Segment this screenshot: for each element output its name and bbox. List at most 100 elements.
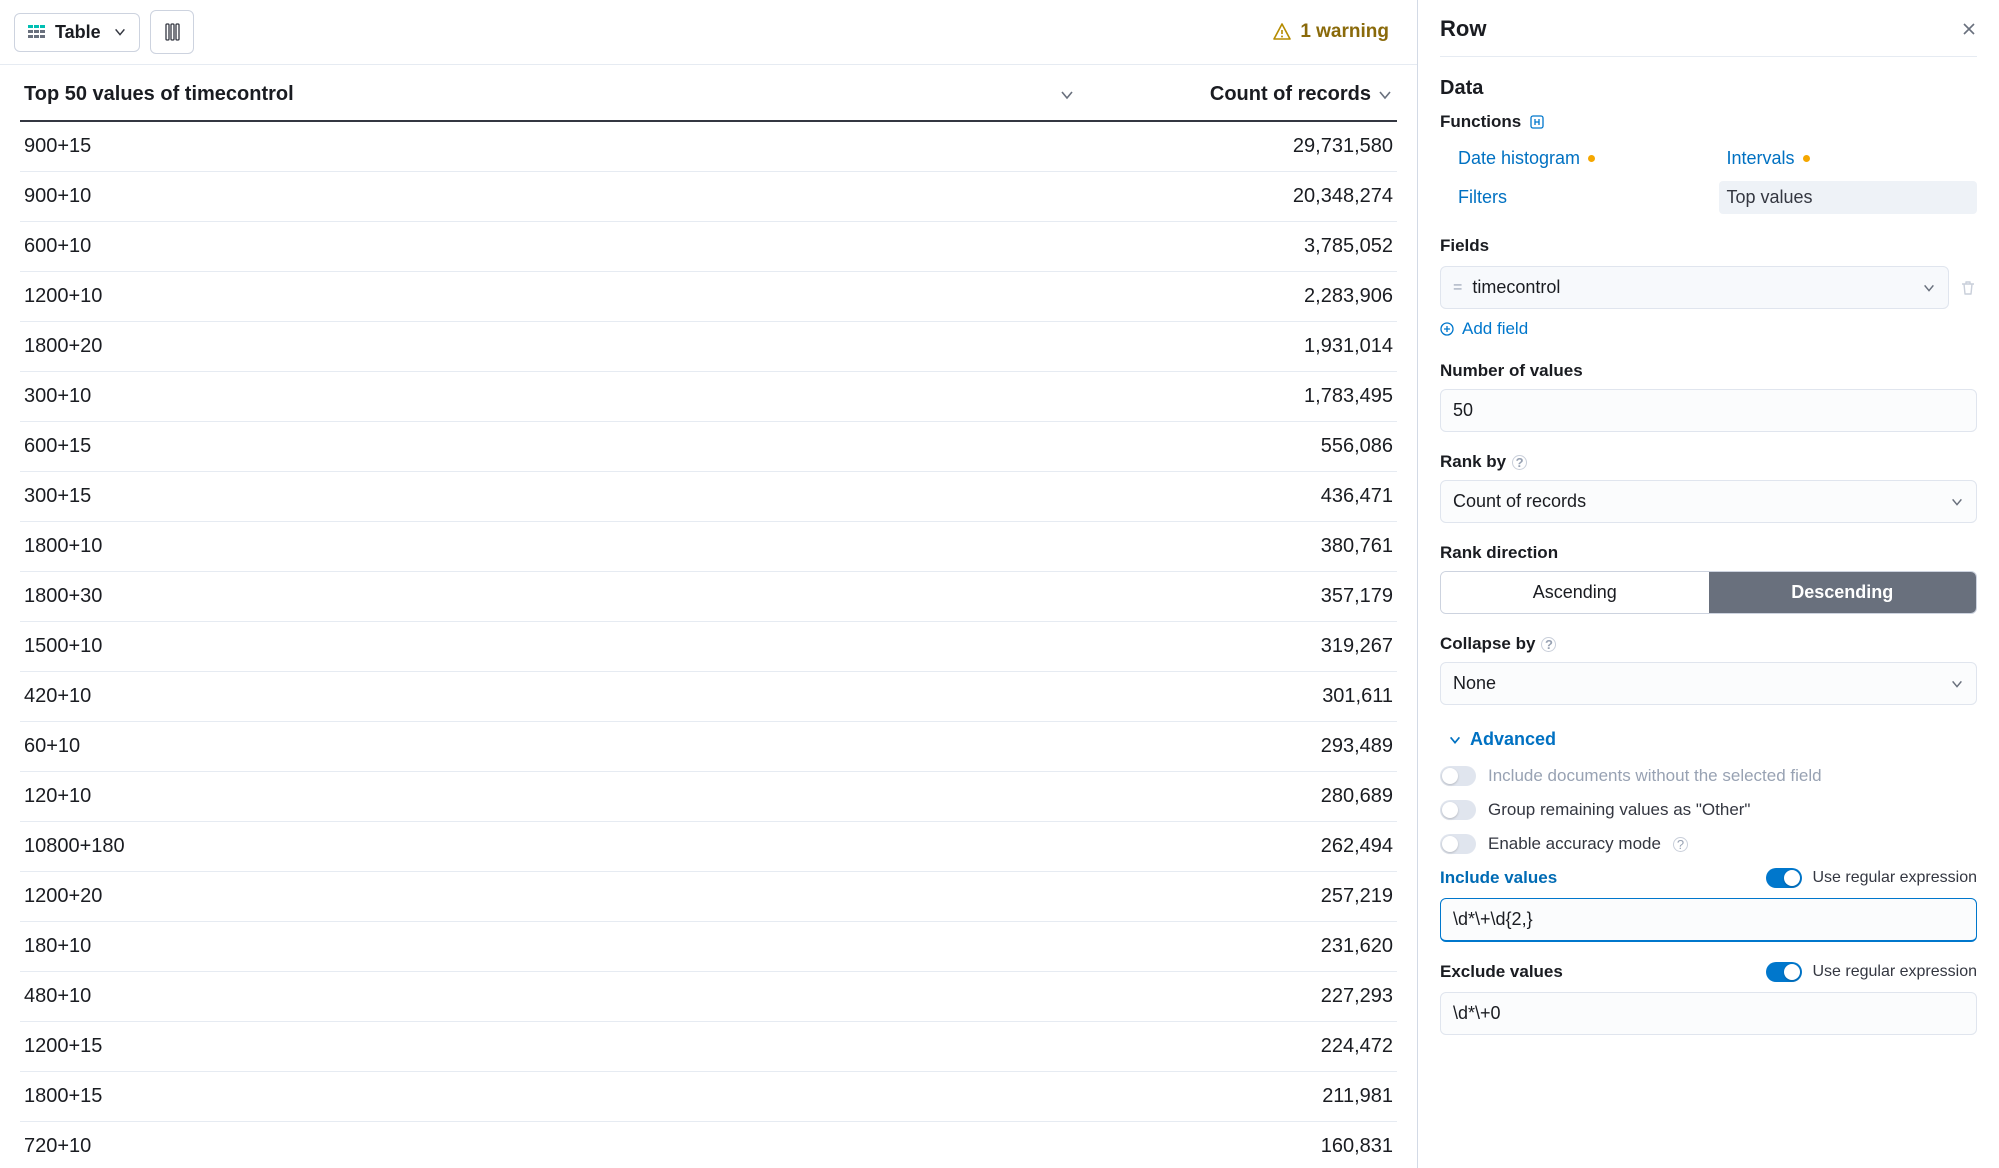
- table-row[interactable]: 120+10280,689: [20, 772, 1397, 822]
- col-header-count[interactable]: Count of records: [1103, 83, 1393, 106]
- include-values-label: Include values: [1440, 868, 1557, 888]
- table-row[interactable]: 720+10160,831: [20, 1122, 1397, 1168]
- view-type-label: Table: [55, 22, 101, 43]
- equals-icon: =: [1453, 279, 1462, 297]
- table-row[interactable]: 1800+201,931,014: [20, 322, 1397, 372]
- fields-label: Fields: [1440, 236, 1977, 256]
- chevron-down-icon: [1377, 87, 1393, 103]
- warning-text: 1 warning: [1300, 21, 1389, 43]
- rank-by-select[interactable]: Count of records: [1440, 480, 1977, 523]
- function-filters[interactable]: Filters: [1450, 181, 1709, 214]
- table-row[interactable]: 1800+15211,981: [20, 1072, 1397, 1122]
- table-row[interactable]: 10800+180262,494: [20, 822, 1397, 872]
- table-row[interactable]: 1200+102,283,906: [20, 272, 1397, 322]
- close-button[interactable]: [1961, 21, 1977, 37]
- field-row: = timecontrol: [1440, 266, 1977, 309]
- collapse-by-label: Collapse by ?: [1440, 634, 1977, 654]
- col-header-timecontrol[interactable]: Top 50 values of timecontrol: [24, 83, 1103, 106]
- table-row[interactable]: 60+10293,489: [20, 722, 1397, 772]
- cell-count: 160,831: [1103, 1135, 1393, 1158]
- cell-key: 900+15: [24, 135, 1103, 158]
- help-icon[interactable]: ?: [1541, 637, 1556, 652]
- data-table[interactable]: Top 50 values of timecontrol Count of re…: [0, 65, 1417, 1168]
- rank-descending-button[interactable]: Descending: [1709, 572, 1977, 613]
- panel-header: Row: [1440, 16, 1977, 57]
- field-select[interactable]: = timecontrol: [1440, 266, 1949, 309]
- functions-list: Date histogram Intervals Filters Top val…: [1450, 142, 1977, 214]
- cell-key: 1200+10: [24, 285, 1103, 308]
- num-values-input[interactable]: [1440, 389, 1977, 432]
- view-type-button[interactable]: Table: [14, 13, 140, 52]
- warning-indicator[interactable]: 1 warning: [1272, 21, 1389, 43]
- panel-title: Row: [1440, 16, 1486, 42]
- table-row[interactable]: 420+10301,611: [20, 672, 1397, 722]
- function-date-histogram[interactable]: Date histogram: [1450, 142, 1709, 175]
- table-row[interactable]: 900+1020,348,274: [20, 172, 1397, 222]
- cell-count: 231,620: [1103, 935, 1393, 958]
- main-panel: Table 1 warning Top 50 values of timecon…: [0, 0, 1418, 1168]
- table-row[interactable]: 600+103,785,052: [20, 222, 1397, 272]
- cell-count: 357,179: [1103, 585, 1393, 608]
- toolbar: Table 1 warning: [0, 0, 1417, 65]
- rank-direction-group: Ascending Descending: [1440, 571, 1977, 614]
- table-row[interactable]: 600+15556,086: [20, 422, 1397, 472]
- advanced-toggle[interactable]: Advanced: [1448, 729, 1977, 750]
- functions-label: Functions: [1440, 112, 1977, 132]
- include-values-input[interactable]: [1440, 898, 1977, 942]
- cell-key: 600+15: [24, 435, 1103, 458]
- table-row[interactable]: 1800+30357,179: [20, 572, 1397, 622]
- cell-key: 120+10: [24, 785, 1103, 808]
- cell-key: 480+10: [24, 985, 1103, 1008]
- table-row[interactable]: 1800+10380,761: [20, 522, 1397, 572]
- color-palette-button[interactable]: [150, 10, 194, 54]
- exclude-values-header: Exclude values Use regular expression: [1440, 962, 1977, 982]
- cell-count: 257,219: [1103, 885, 1393, 908]
- table-row[interactable]: 1200+15224,472: [20, 1022, 1397, 1072]
- cell-key: 300+15: [24, 485, 1103, 508]
- switch-include-missing: Include documents without the selected f…: [1440, 766, 1977, 786]
- dot-icon: [1803, 155, 1810, 162]
- table-row[interactable]: 300+15436,471: [20, 472, 1397, 522]
- palette-icon: [162, 22, 182, 42]
- col-header-label: Count of records: [1210, 83, 1371, 106]
- rank-direction-label: Rank direction: [1440, 543, 1977, 563]
- table-row[interactable]: 900+1529,731,580: [20, 122, 1397, 172]
- table-row[interactable]: 180+10231,620: [20, 922, 1397, 972]
- table-icon: [27, 22, 47, 42]
- cell-count: 380,761: [1103, 535, 1393, 558]
- toggle-include-missing[interactable]: [1440, 766, 1476, 786]
- cell-key: 1800+20: [24, 335, 1103, 358]
- field-value: timecontrol: [1472, 277, 1922, 298]
- toggle-accuracy-mode[interactable]: [1440, 834, 1476, 854]
- table-row[interactable]: 300+101,783,495: [20, 372, 1397, 422]
- function-top-values[interactable]: Top values: [1719, 181, 1978, 214]
- cell-key: 1200+20: [24, 885, 1103, 908]
- cell-count: 1,783,495: [1103, 385, 1393, 408]
- help-icon[interactable]: ?: [1512, 455, 1527, 470]
- rank-ascending-button[interactable]: Ascending: [1441, 572, 1709, 613]
- reference-icon[interactable]: [1529, 114, 1545, 130]
- table-row[interactable]: 1200+20257,219: [20, 872, 1397, 922]
- help-icon[interactable]: ?: [1673, 837, 1688, 852]
- collapse-value: None: [1453, 673, 1950, 694]
- table-row[interactable]: 480+10227,293: [20, 972, 1397, 1022]
- cell-count: 262,494: [1103, 835, 1393, 858]
- add-field-button[interactable]: Add field: [1440, 319, 1977, 339]
- regex-label: Use regular expression: [1812, 869, 1977, 887]
- delete-field-button[interactable]: [1959, 279, 1977, 297]
- function-intervals[interactable]: Intervals: [1719, 142, 1978, 175]
- cell-count: 3,785,052: [1103, 235, 1393, 258]
- cell-key: 720+10: [24, 1135, 1103, 1158]
- collapse-by-select[interactable]: None: [1440, 662, 1977, 705]
- switch-label: Include documents without the selected f…: [1488, 766, 1822, 786]
- cell-key: 600+10: [24, 235, 1103, 258]
- exclude-values-input[interactable]: [1440, 992, 1977, 1035]
- cell-count: 211,981: [1103, 1085, 1393, 1108]
- toggle-group-other[interactable]: [1440, 800, 1476, 820]
- cell-count: 1,931,014: [1103, 335, 1393, 358]
- toggle-exclude-regex[interactable]: [1766, 962, 1802, 982]
- cell-key: 900+10: [24, 185, 1103, 208]
- toggle-include-regex[interactable]: [1766, 868, 1802, 888]
- exclude-values-label: Exclude values: [1440, 962, 1563, 982]
- table-row[interactable]: 1500+10319,267: [20, 622, 1397, 672]
